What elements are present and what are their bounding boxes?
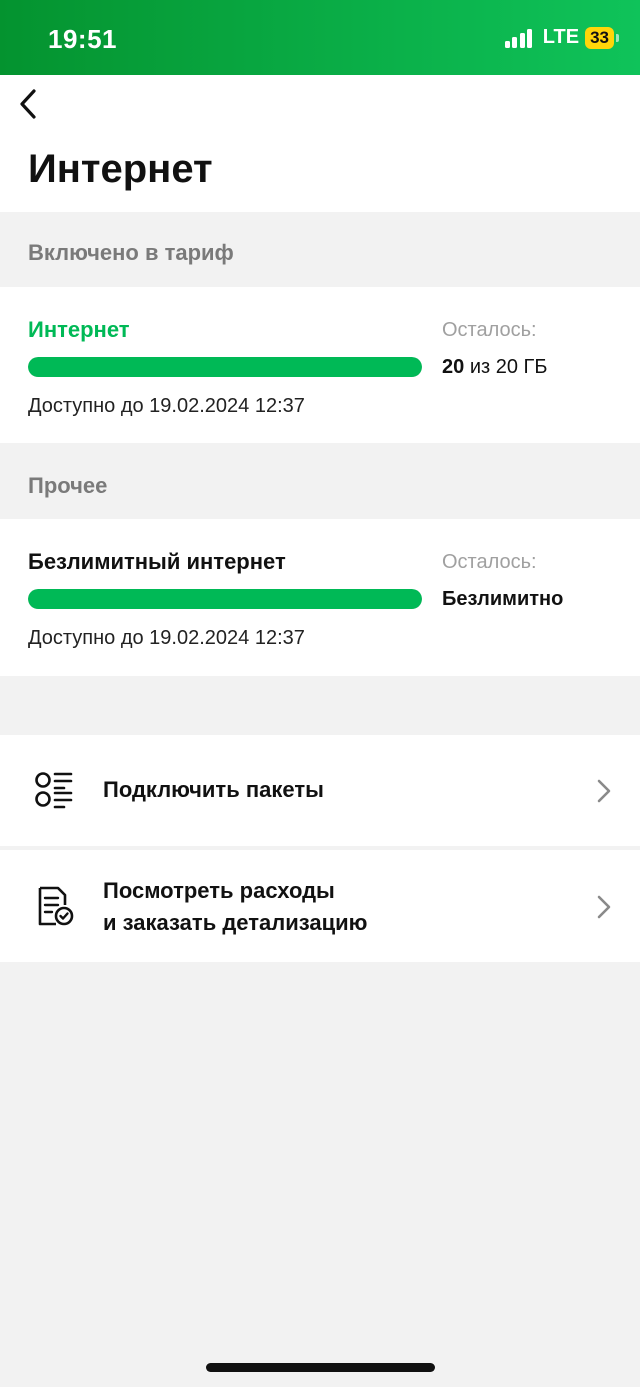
home-indicator[interactable] <box>206 1363 435 1372</box>
back-button[interactable] <box>14 87 44 121</box>
page-header: Интернет <box>0 75 640 212</box>
status-bar: 19:51 LTE 33 <box>0 0 640 75</box>
remaining-value: 20 из 20 ГБ <box>442 356 547 379</box>
battery-icon: 33 <box>585 26 619 49</box>
service-name: Интернет <box>28 317 130 342</box>
remaining-label: Осталось: <box>442 319 537 341</box>
remaining-value: Безлимитно <box>442 588 564 610</box>
status-indicators: LTE 33 <box>504 26 619 49</box>
view-expenses-button[interactable]: Посмотреть расходы и заказать детализаци… <box>0 850 640 962</box>
valid-until-text: Доступно до 19.02.2024 12:37 <box>28 395 305 417</box>
packages-list-icon <box>35 772 73 809</box>
service-card-internet: Интернет Доступно до 19.02.2024 12:37 Ос… <box>0 287 640 443</box>
remaining-amount: 20 <box>442 356 465 378</box>
signal-icon <box>504 28 535 48</box>
service-card-unlimited: Безлимитный интернет Доступно до 19.02.2… <box>0 519 640 676</box>
action-label-line2: и заказать детализацию <box>103 910 368 935</box>
connect-packages-button[interactable]: Подключить пакеты <box>0 735 640 846</box>
chevron-left-icon <box>20 89 36 119</box>
status-time: 19:51 <box>48 24 117 54</box>
action-label-line1: Посмотреть расходы <box>103 878 335 903</box>
valid-until-text: Доступно до 19.02.2024 12:37 <box>28 627 305 649</box>
action-label: Подключить пакеты <box>103 777 324 802</box>
usage-progress-fill <box>28 357 422 377</box>
page-title: Интернет <box>28 147 213 191</box>
network-type: LTE <box>542 26 580 48</box>
usage-progress-fill <box>28 589 422 609</box>
usage-progress-bar <box>28 357 422 377</box>
document-check-icon <box>38 886 74 926</box>
chevron-right-icon <box>597 895 611 919</box>
usage-progress-bar <box>28 589 422 609</box>
action-label: Посмотреть расходы и заказать детализаци… <box>103 875 367 939</box>
section-label-other: Прочее <box>28 473 108 498</box>
chevron-right-icon <box>597 779 611 803</box>
remaining-label: Осталось: <box>442 551 537 573</box>
section-label-included: Включено в тариф <box>28 240 234 265</box>
service-name: Безлимитный интернет <box>28 549 286 574</box>
remaining-total: из 20 ГБ <box>469 356 548 378</box>
